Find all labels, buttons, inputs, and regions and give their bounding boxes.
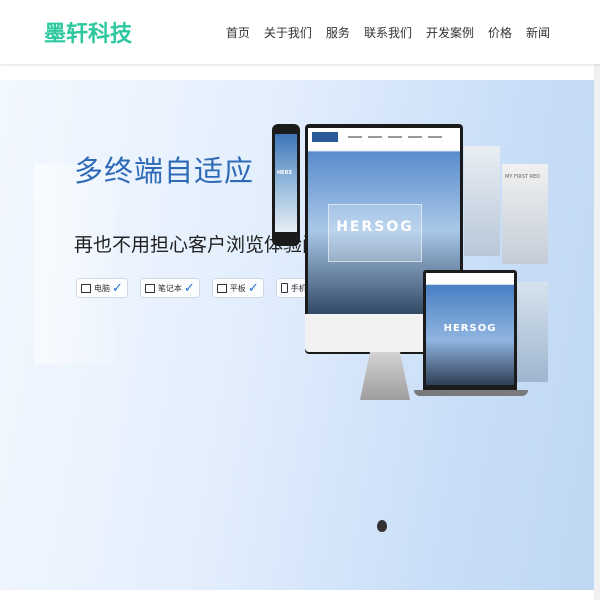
checkmark-icon: ✓ — [112, 280, 123, 296]
nav-services[interactable]: 服务 — [326, 24, 350, 41]
phone-mockup: HERS — [272, 124, 300, 246]
laptop-base — [414, 390, 528, 396]
phone-screen: HERS — [275, 134, 297, 232]
ghost-image — [34, 164, 114, 364]
mockup-brand-text: HERSOG — [336, 219, 414, 235]
mockup-navbar — [308, 128, 460, 146]
nav-news[interactable]: 新闻 — [526, 24, 550, 41]
nav-home[interactable]: 首页 — [226, 24, 250, 41]
site-header: 墨轩科技 首页 关于我们 服务 联系我们 开发案例 价格 新闻 — [0, 0, 600, 64]
monitor-icon — [81, 283, 91, 293]
device-tag-desktop: 电脑 ✓ — [76, 278, 128, 298]
hero-subtitle: 再也不用担心客户浏览体验问题 — [74, 234, 341, 256]
mockup-logo — [312, 132, 338, 142]
background-card: MY FIRST RED — [502, 164, 548, 264]
main-nav: 首页 关于我们 服务 联系我们 开发案例 价格 新闻 — [212, 0, 550, 64]
phone-brand-text: HERS — [277, 170, 293, 176]
laptop-mockup: HERSOG — [423, 270, 517, 390]
device-tags: 电脑 ✓ 笔记本 ✓ 平板 ✓ 手机 ✓ — [76, 278, 337, 298]
mockup-hero-box: HERSOG — [328, 204, 422, 262]
device-label: 笔记本 — [157, 283, 182, 293]
apple-logo-icon — [377, 520, 387, 532]
device-label: 电脑 — [94, 283, 110, 293]
nav-about[interactable]: 关于我们 — [264, 24, 312, 41]
device-tag-tablet: 平板 ✓ — [211, 278, 264, 298]
nav-pricing[interactable]: 价格 — [488, 24, 512, 41]
tablet-icon — [216, 283, 227, 293]
site-logo[interactable]: 墨轩科技 — [44, 16, 132, 48]
nav-cases[interactable]: 开发案例 — [426, 24, 474, 41]
checkmark-icon: ✓ — [247, 280, 259, 296]
laptop-brand-text: HERSOG — [443, 323, 497, 334]
laptop-screen: HERSOG — [426, 273, 514, 385]
card-text: MY FIRST RED — [505, 174, 541, 180]
device-label: 平板 — [229, 283, 246, 293]
laptop-icon — [144, 283, 155, 293]
scrollbar[interactable] — [594, 64, 600, 600]
nav-contact[interactable]: 联系我们 — [364, 24, 412, 41]
checkmark-icon: ✓ — [183, 280, 195, 296]
device-tag-laptop: 笔记本 ✓ — [139, 278, 200, 298]
phone-icon — [280, 283, 288, 293]
background-card — [464, 146, 500, 256]
hero-title: 多终端自适应 — [74, 154, 255, 188]
